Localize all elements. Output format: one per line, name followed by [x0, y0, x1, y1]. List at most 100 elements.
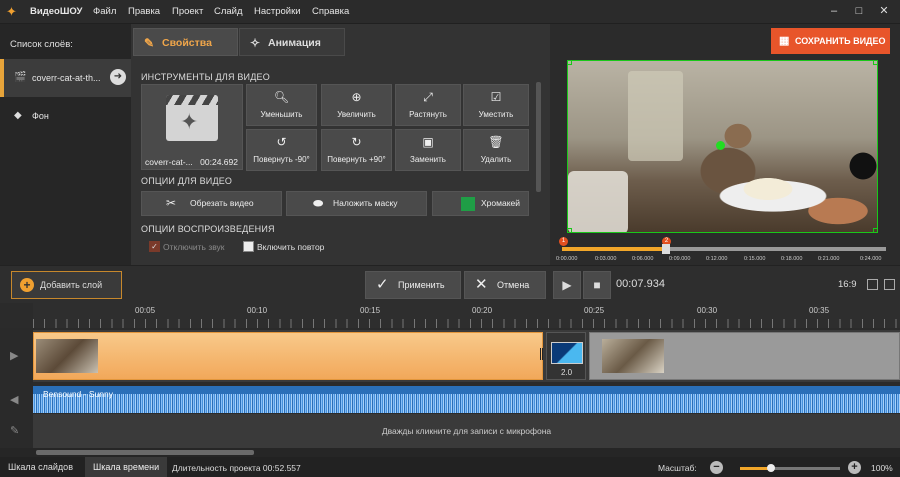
apply-button[interactable]: ✓ Применить	[365, 271, 461, 299]
video-preview[interactable]	[567, 60, 878, 233]
minimize-icon[interactable]: –	[827, 4, 841, 18]
button-label: Повернуть -90°	[253, 155, 310, 164]
stop-button[interactable]: ■	[583, 271, 611, 299]
zoom-in-button[interactable]: ⊕ Увеличить	[321, 84, 392, 126]
audio-label: Bensound - Sunny	[43, 389, 113, 399]
tick-label: 0:00.000	[556, 256, 578, 262]
pencil-icon: ✎	[144, 36, 155, 50]
transition-thumbnail	[551, 342, 583, 364]
button-label: Хромакей	[481, 198, 520, 208]
resize-handle[interactable]	[568, 228, 572, 232]
zoom-slider[interactable]	[740, 464, 840, 472]
clip-thumbnail	[36, 339, 98, 373]
transition[interactable]: 2.0	[546, 332, 586, 380]
button-label: Удалить	[480, 155, 512, 164]
snapshot-icon[interactable]	[867, 279, 878, 290]
section-playback: ОПЦИИ ВОСПРОИЗВЕДЕНИЯ	[141, 224, 275, 234]
button-label: Применить	[398, 280, 445, 290]
app-title: ВидеоШОУ	[30, 6, 83, 17]
resize-handle[interactable]	[873, 61, 877, 65]
zoom-out-button[interactable]: 🔍︎ Уменьшить	[246, 84, 317, 126]
properties-panel: ✎ Свойства ✧ Анимация ИНСТРУМЕНТЫ ДЛЯ ВИ…	[131, 24, 550, 265]
marker-1[interactable]: 1	[559, 237, 568, 246]
center-handle[interactable]	[716, 141, 725, 150]
audio-track[interactable]: Bensound - Sunny	[33, 386, 900, 413]
menu-slide[interactable]: Слайд	[214, 6, 243, 17]
app-logo-icon: ✦	[6, 4, 17, 19]
rotate-right-button[interactable]: ↻ Повернуть +90°	[321, 129, 392, 171]
zoom-out-icon[interactable]: −	[710, 461, 723, 474]
rotate-left-button[interactable]: ↺ Повернуть -90°	[246, 129, 317, 171]
menu-help[interactable]: Справка	[312, 6, 349, 17]
replace-button[interactable]: ▣ Заменить	[395, 129, 461, 171]
chromakey-button[interactable]: Хромакей	[432, 191, 529, 216]
button-label: Заменить	[410, 155, 446, 164]
mute-checkbox[interactable]: ✓	[149, 241, 160, 252]
tab-slide-scale[interactable]: Шкала слайдов	[0, 457, 81, 477]
zoom-in-icon[interactable]: +	[848, 461, 861, 474]
play-button[interactable]: ▶	[553, 271, 581, 299]
ruler-label: 00:15	[360, 306, 381, 315]
menu-settings[interactable]: Настройки	[254, 6, 301, 17]
button-label: Увеличить	[337, 110, 376, 119]
scroll-thumb[interactable]	[36, 450, 254, 455]
magic-wand-icon: ✧	[250, 36, 261, 50]
resize-handle[interactable]	[873, 228, 877, 232]
layer-label: coverr-cat-at-th...	[32, 73, 101, 83]
tab-properties[interactable]: ✎ Свойства	[133, 28, 238, 56]
maximize-icon[interactable]: □	[852, 4, 866, 18]
menu-project[interactable]: Проект	[172, 6, 203, 17]
button-label: Добавить слой	[40, 280, 103, 290]
fullscreen-icon[interactable]	[884, 279, 895, 290]
timeline-scrollbar[interactable]	[0, 448, 900, 457]
stop-icon: ■	[593, 278, 601, 292]
image-icon: ▣	[422, 135, 434, 149]
add-layer-button[interactable]: + Добавить слой	[11, 271, 122, 299]
tab-time-scale[interactable]: Шкала времени	[85, 457, 168, 477]
close-icon[interactable]: ✕	[877, 4, 891, 18]
ruler-label: 00:25	[584, 306, 605, 315]
tick-label: 0:24.000	[860, 256, 882, 262]
close-icon: ✕	[475, 276, 488, 293]
preview-object	[628, 71, 683, 161]
layer-item-video[interactable]: 🎬 coverr-cat-at-th... ➜	[0, 59, 131, 97]
tick-label: 0:12.000	[706, 256, 728, 262]
menu-file[interactable]: Файл	[93, 6, 116, 17]
tab-animation[interactable]: ✧ Анимация	[239, 28, 345, 56]
layer-item-background[interactable]: ◆ Фон	[0, 97, 131, 135]
resize-handle[interactable]	[568, 61, 572, 65]
fit-icon: ☑	[490, 90, 502, 104]
aspect-ratio[interactable]: 16:9	[838, 279, 857, 290]
checkmark-icon: ✓	[376, 276, 389, 293]
save-video-button[interactable]: ▦ СОХРАНИТЬ ВИДЕО	[771, 28, 890, 54]
ruler-label: 00:35	[809, 306, 830, 315]
menu-edit[interactable]: Правка	[128, 6, 160, 17]
timeline-progress	[562, 247, 665, 251]
cancel-button[interactable]: ✕ Отмена	[464, 271, 546, 299]
properties-scrollbar[interactable]	[536, 82, 541, 192]
button-label: Уменьшить	[260, 110, 303, 119]
microphone-track[interactable]: Дважды кликните для записи с микрофона	[33, 414, 900, 448]
clapperboard-icon: ✦	[166, 95, 218, 141]
zoom-out-icon: 🔍︎	[273, 90, 290, 104]
stretch-button[interactable]: ⤢ Растянуть	[395, 84, 461, 126]
layers-panel: Список слоёв: 🎬 coverr-cat-at-th... ➜ ◆ …	[0, 24, 131, 265]
clip-grip[interactable]	[540, 348, 544, 360]
delete-button[interactable]: 🗑︎ Удалить	[463, 129, 529, 171]
tab-label: Анимация	[268, 37, 321, 49]
tick-label: 0:21.000	[818, 256, 840, 262]
arrow-right-icon[interactable]: ➜	[110, 69, 126, 85]
playhead[interactable]	[662, 244, 670, 254]
clip-thumbnail[interactable]: ✦ coverr-cat-... 00:24.692	[141, 84, 243, 170]
microphone-icon: ✎	[10, 425, 20, 437]
timeline-clip-selected[interactable]	[33, 332, 543, 380]
fit-button[interactable]: ☑ Уместить	[463, 84, 529, 126]
preview-timeline[interactable]: 1 2 0:00.000 0:03.000 0:06.000 0:09.000 …	[556, 236, 892, 268]
apply-mask-button[interactable]: ⬬ Наложить маску	[286, 191, 427, 216]
crop-video-button[interactable]: ✂ Обрезать видео	[141, 191, 282, 216]
loop-checkbox[interactable]	[243, 241, 254, 252]
tick-label: 0:15.000	[744, 256, 766, 262]
time-ruler[interactable]: 00:05 00:10 00:15 00:20 00:25 00:30 00:3…	[33, 303, 900, 328]
timeline-clip[interactable]	[589, 332, 900, 380]
zoom-knob[interactable]	[767, 464, 775, 472]
